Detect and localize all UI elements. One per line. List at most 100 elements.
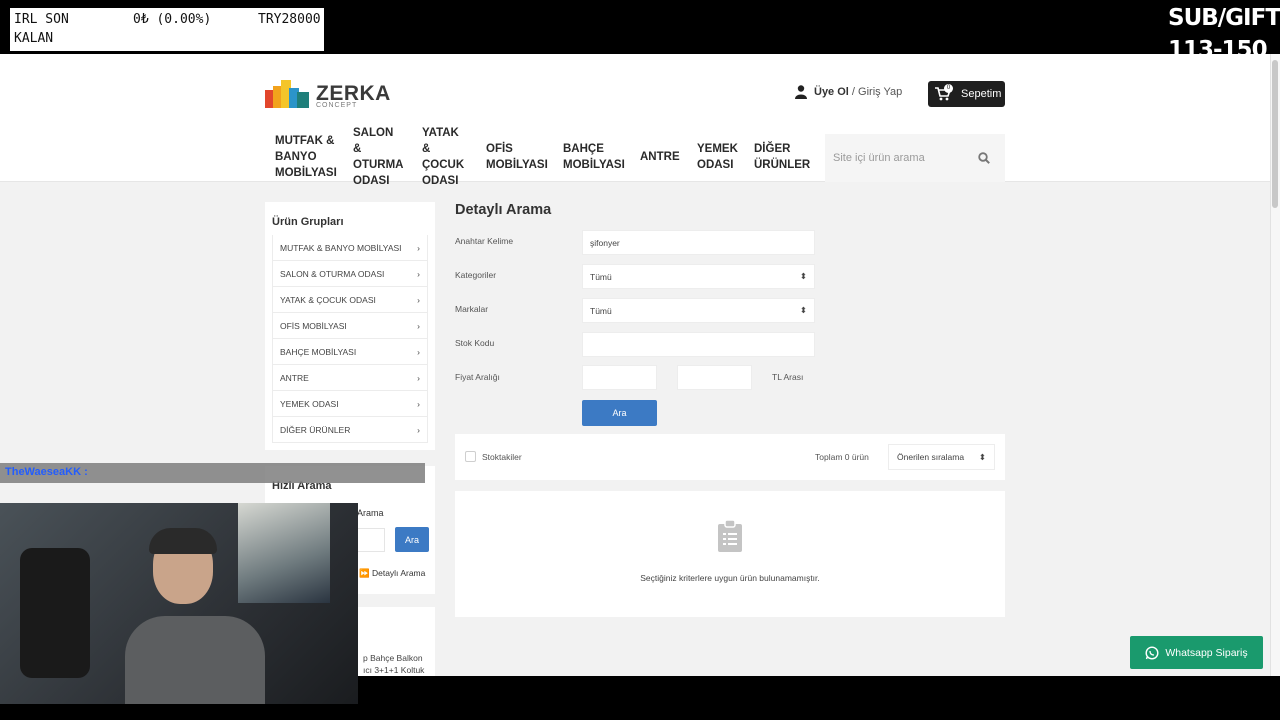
- donation-goal-widget: IRL SON KALAN 0₺ (0.00%) TRY28000: [10, 8, 324, 51]
- price-range-label: Fiyat Aralığı: [455, 372, 500, 382]
- category-item-label: DİĞER ÜRÜNLER: [280, 424, 351, 435]
- webcam-streamer: [125, 528, 265, 704]
- goal-label-line2: KALAN: [14, 31, 54, 46]
- site-search: [825, 134, 1005, 182]
- site-logo[interactable]: ZERKA CONCEPT: [265, 76, 390, 112]
- clipboard-icon: [718, 519, 742, 552]
- account-link[interactable]: Üye Ol / Giriş Yap: [795, 85, 902, 99]
- category-label: Kategoriler: [455, 270, 497, 280]
- category-panel-title: Ürün Grupları: [272, 216, 344, 228]
- cart-label: Sepetim: [961, 88, 1002, 100]
- nav-item-salon[interactable]: SALON & OTURMA ODASI: [343, 127, 412, 187]
- advanced-search-link[interactable]: ⏩ Detaylı Arama: [359, 568, 425, 579]
- category-item-label: MUTFAK & BANYO MOBİLYASI: [280, 242, 402, 253]
- login-link[interactable]: / Giriş Yap: [852, 86, 902, 98]
- in-stock-label[interactable]: Stoktakiler: [482, 452, 522, 462]
- category-select[interactable]: Tümü ⬍: [582, 264, 815, 289]
- page-scrollbar[interactable]: [1270, 54, 1280, 676]
- chevron-right-icon: ›: [417, 268, 420, 279]
- category-item-label: YATAK & ÇOCUK ODASI: [280, 294, 376, 305]
- stock-code-label: Stok Kodu: [455, 338, 495, 348]
- webcam-cap: [149, 528, 217, 554]
- category-item-label: SALON & OTURMA ODASI: [280, 268, 385, 279]
- register-link[interactable]: Üye Ol: [814, 86, 849, 98]
- stock-code-input[interactable]: [582, 332, 815, 357]
- goal-progress: 0₺ (0.00%): [133, 12, 212, 27]
- quick-search-input[interactable]: [355, 528, 385, 552]
- keyword-input[interactable]: şifonyer: [582, 230, 815, 255]
- nav-item-ofis[interactable]: OFİS MOBİLYASI: [476, 132, 553, 182]
- chevron-right-icon: ›: [417, 424, 420, 435]
- chat-message: TheWaeseaKK :: [0, 463, 425, 483]
- category-item-label: YEMEK ODASI: [280, 398, 339, 409]
- sub-gift-count: 113-150: [1168, 37, 1268, 54]
- sort-select-value: Önerilen sıralama: [897, 452, 965, 462]
- double-chevron-icon: ⏩: [359, 568, 370, 578]
- cart-count-badge: 0: [944, 84, 953, 93]
- chevron-right-icon: ›: [417, 372, 420, 383]
- whatsapp-icon: [1145, 645, 1159, 660]
- site-search-input[interactable]: [833, 152, 978, 164]
- in-stock-checkbox[interactable]: [465, 451, 476, 462]
- category-item[interactable]: SALON & OTURMA ODASI ›: [272, 261, 428, 287]
- logo-mark-icon: [265, 80, 309, 108]
- chevron-right-icon: ›: [417, 242, 420, 253]
- chevron-right-icon: ›: [417, 320, 420, 331]
- price-max-input[interactable]: [677, 365, 752, 390]
- select-arrows-icon: ⬍: [799, 305, 807, 315]
- category-item[interactable]: DİĞER ÜRÜNLER ›: [272, 417, 428, 443]
- empty-results-message: Seçtiğiniz kriterlere uygun ürün bulunam…: [640, 573, 820, 583]
- whatsapp-order-button[interactable]: Whatsapp Sipariş: [1130, 636, 1263, 669]
- quick-search-label: Arama: [357, 508, 384, 518]
- chevron-right-icon: ›: [417, 294, 420, 305]
- nav-item-antre[interactable]: ANTRE: [630, 132, 687, 182]
- category-item[interactable]: OFİS MOBİLYASI ›: [272, 313, 428, 339]
- webcam-shirt: [125, 616, 265, 704]
- goal-target: TRY28000: [258, 12, 321, 27]
- quick-search-button[interactable]: Ara: [395, 527, 429, 552]
- screen: ZERKA CONCEPT Üye Ol / Giriş Yap 0 Sepet…: [0, 0, 1280, 720]
- category-item[interactable]: BAHÇE MOBİLYASI ›: [272, 339, 428, 365]
- page-title: Detaylı Arama: [455, 202, 552, 218]
- category-item-label: OFİS MOBİLYASI: [280, 320, 347, 331]
- category-item[interactable]: ANTRE ›: [272, 365, 428, 391]
- nav-item-mutfak[interactable]: MUTFAK & BANYO MOBİLYASI: [265, 132, 343, 182]
- chevron-right-icon: ›: [417, 398, 420, 409]
- scrollbar-thumb[interactable]: [1272, 60, 1278, 208]
- webcam-overlay: [0, 503, 358, 704]
- sort-select[interactable]: Önerilen sıralama ⬍: [888, 444, 995, 470]
- advanced-search-link-label: Detaylı Arama: [371, 568, 426, 578]
- sub-gift-counter: SUB/GIFT 113-150: [1168, 2, 1280, 54]
- webcam-gaming-chair: [20, 548, 90, 678]
- search-submit-button[interactable]: Ara: [582, 400, 657, 426]
- category-item[interactable]: YATAK & ÇOCUK ODASI ›: [272, 287, 428, 313]
- main-nav: MUTFAK & BANYO MOBİLYASI SALON & OTURMA …: [265, 127, 816, 187]
- results-panel: Seçtiğiniz kriterlere uygun ürün bulunam…: [455, 491, 1005, 617]
- search-icon[interactable]: [978, 152, 990, 164]
- featured-item[interactable]: p Bahçe Balkon: [363, 653, 423, 663]
- logo-subtitle: CONCEPT: [316, 102, 358, 109]
- price-min-input[interactable]: [582, 365, 657, 390]
- nav-item-diger[interactable]: DİĞER ÜRÜNLER: [744, 132, 816, 182]
- results-toolbar: Stoktakiler Toplam 0 ürün Önerilen sıral…: [455, 434, 1005, 480]
- chat-username: TheWaeseaKK :: [5, 466, 88, 478]
- category-item[interactable]: MUTFAK & BANYO MOBİLYASI ›: [272, 235, 428, 261]
- select-arrows-icon: ⬍: [799, 271, 807, 281]
- brand-label: Markalar: [455, 304, 489, 314]
- nav-item-yatak[interactable]: YATAK & ÇOCUK ODASI: [412, 127, 476, 187]
- select-arrows-icon: ⬍: [978, 451, 986, 462]
- sub-gift-title: SUB/GIFT: [1168, 5, 1280, 31]
- goal-label-line1: IRL SON: [14, 12, 69, 27]
- results-count: Toplam 0 ürün: [815, 452, 869, 462]
- featured-item[interactable]: ıcı 3+1+1 Koltuk: [363, 665, 424, 675]
- keyword-value: şifonyer: [590, 237, 620, 248]
- nav-item-bahce[interactable]: BAHÇE MOBİLYASI: [553, 132, 630, 182]
- keyword-label: Anahtar Kelime: [455, 236, 514, 246]
- cart-button[interactable]: 0 Sepetim: [928, 81, 1005, 107]
- chevron-right-icon: ›: [417, 346, 420, 357]
- user-icon: [795, 85, 807, 99]
- brand-select[interactable]: Tümü ⬍: [582, 298, 815, 323]
- category-panel: Ürün Grupları MUTFAK & BANYO MOBİLYASI › …: [265, 202, 435, 450]
- category-item[interactable]: YEMEK ODASI ›: [272, 391, 428, 417]
- nav-item-yemek[interactable]: YEMEK ODASI: [687, 132, 744, 182]
